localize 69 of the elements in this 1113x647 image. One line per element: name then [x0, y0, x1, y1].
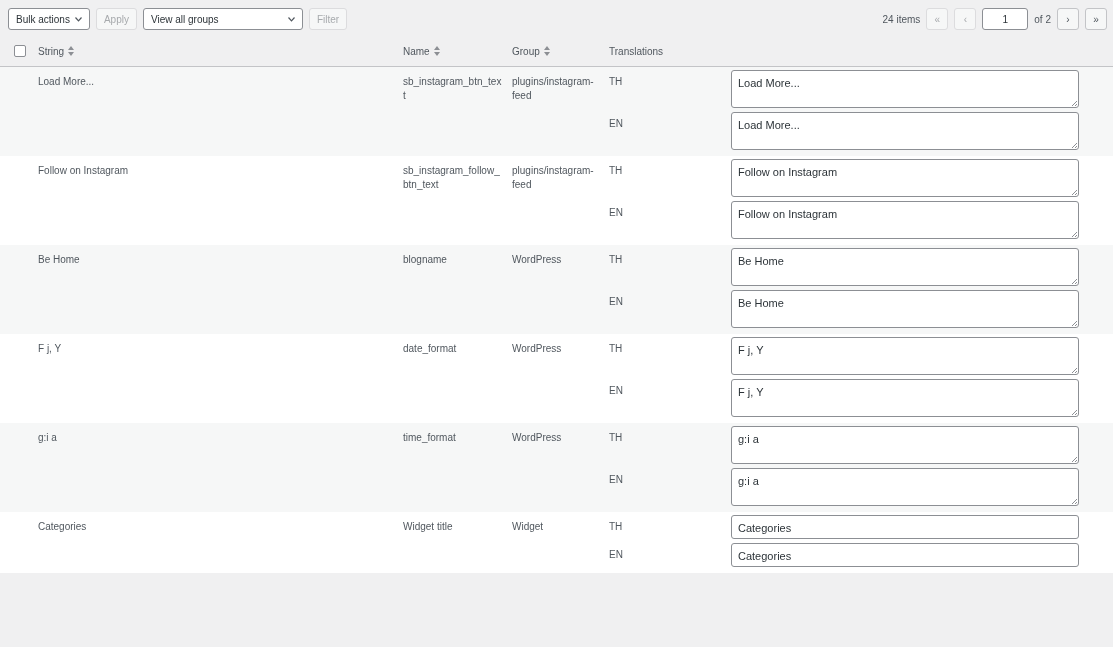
caret-icon	[74, 16, 82, 22]
sort-icon[interactable]	[68, 46, 75, 56]
string-cell: F j, Y	[38, 343, 62, 354]
column-header: Translations	[609, 45, 664, 57]
resize-grip-icon	[1071, 498, 1077, 504]
language-code: TH	[609, 254, 623, 265]
language-code: EN	[609, 474, 623, 485]
column-header[interactable]: Name	[403, 45, 430, 57]
caret-icon	[287, 16, 295, 22]
translation-textarea[interactable]: Follow on Instagram	[731, 201, 1079, 239]
column-header[interactable]: String	[38, 45, 65, 57]
group-cell: WordPress	[512, 343, 562, 354]
string-cell: Follow on Instagram	[38, 165, 129, 176]
language-code: TH	[609, 521, 623, 532]
name-cell: blogname	[403, 254, 447, 265]
resize-grip-icon	[1071, 320, 1077, 326]
sort-icon[interactable]	[433, 46, 440, 56]
language-code: EN	[609, 118, 623, 129]
language-code: EN	[609, 385, 623, 396]
translation-textarea[interactable]: F j, Y	[731, 337, 1079, 375]
sort-icon[interactable]	[543, 46, 550, 56]
group-cell: plugins/instagram-feed	[512, 76, 594, 101]
bulk-actions-dropdown[interactable]: Bulk actions	[8, 8, 90, 30]
string-cell: Be Home	[38, 254, 80, 265]
language-code: EN	[609, 296, 623, 307]
select-all-checkbox[interactable]	[14, 45, 26, 58]
resize-grip-icon	[1071, 100, 1077, 106]
resize-grip-icon	[1071, 456, 1077, 462]
resize-grip-icon	[1071, 142, 1077, 148]
language-code: EN	[609, 207, 623, 218]
name-cell: sb_instagram_follow_btn_text	[403, 165, 500, 190]
resize-grip-icon	[1071, 409, 1077, 415]
group-cell: WordPress	[512, 254, 562, 265]
resize-grip-icon	[1071, 189, 1077, 195]
translation-textarea[interactable]: Be Home	[731, 290, 1079, 328]
group-cell: WordPress	[512, 432, 562, 443]
translation-textarea[interactable]: F j, Y	[731, 379, 1079, 417]
translation-textarea[interactable]: Be Home	[731, 248, 1079, 286]
translation-input[interactable]: Categories	[731, 515, 1079, 539]
translation-textarea[interactable]: Follow on Instagram	[731, 159, 1079, 197]
resize-grip-icon	[1071, 231, 1077, 237]
name-cell: time_format	[403, 432, 456, 443]
string-cell: Categories	[38, 521, 87, 532]
language-code: TH	[609, 165, 623, 176]
name-cell: Widget title	[403, 521, 453, 532]
language-code: TH	[609, 76, 623, 87]
language-code: TH	[609, 432, 623, 443]
string-cell: Load More...	[38, 76, 95, 87]
translation-textarea[interactable]: g:i a	[731, 468, 1079, 506]
group-cell: plugins/instagram-feed	[512, 165, 594, 190]
string-cell: g:i a	[38, 432, 57, 443]
resize-grip-icon	[1071, 367, 1077, 373]
item-count: 24 items	[882, 13, 921, 25]
last-page-button[interactable]: »	[1085, 8, 1107, 30]
translation-input[interactable]: Categories	[731, 543, 1079, 567]
translation-textarea[interactable]: g:i a	[731, 426, 1079, 464]
resize-grip-icon	[1071, 278, 1077, 284]
next-page-button[interactable]: ›	[1057, 8, 1079, 30]
translation-textarea[interactable]: Load More...	[731, 112, 1079, 150]
name-cell: sb_instagram_btn_text	[403, 76, 502, 101]
language-code: TH	[609, 343, 623, 354]
group-filter-dropdown[interactable]: View all groups	[142, 8, 303, 30]
column-header[interactable]: Group	[512, 45, 540, 57]
page-number-field[interactable]: 1	[982, 8, 1029, 30]
translation-textarea[interactable]: Load More...	[731, 70, 1079, 108]
group-cell: Widget	[512, 521, 544, 532]
language-code: EN	[609, 549, 623, 560]
page-total: of 2	[1034, 13, 1051, 25]
name-cell: date_format	[403, 343, 457, 354]
